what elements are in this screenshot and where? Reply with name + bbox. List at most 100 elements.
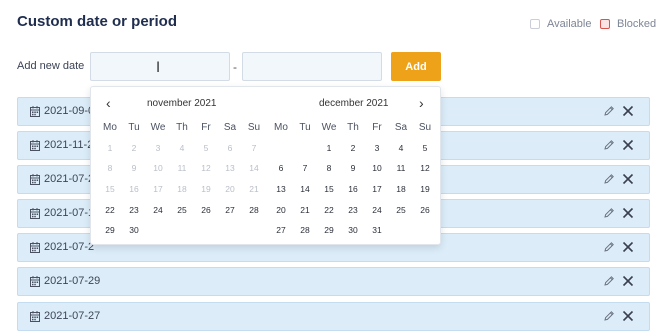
weekday-header: Tu	[128, 121, 140, 133]
calendar-icon	[30, 276, 40, 287]
pencil-icon[interactable]	[603, 310, 615, 322]
calendar-day: 10	[153, 163, 163, 174]
start-date-input[interactable]: I	[90, 52, 230, 81]
calendar-day[interactable]: 22	[317, 199, 341, 220]
calendar-day[interactable]: 20	[269, 199, 293, 220]
calendar-day[interactable]: 30	[341, 220, 365, 241]
calendar-day[interactable]: 2	[341, 138, 365, 159]
calendar-day[interactable]: 11	[389, 158, 413, 179]
calendar-day[interactable]: 29	[317, 220, 341, 241]
month-title-right: december 2021	[319, 98, 389, 109]
end-date-input[interactable]	[242, 52, 382, 81]
date-row-label: 2021-07-2	[44, 173, 95, 185]
calendar-icon	[30, 208, 40, 219]
pencil-icon[interactable]	[603, 173, 615, 185]
calendar-day[interactable]: 30	[122, 220, 146, 241]
weekday-header: Su	[247, 121, 261, 133]
calendar-day[interactable]: 27	[269, 220, 293, 241]
calendar-day[interactable]: 18	[389, 179, 413, 200]
month-title-left: november 2021	[147, 98, 217, 109]
date-row-label: 2021-07-29	[44, 275, 101, 287]
calendar-icon	[30, 106, 40, 117]
calendar-day[interactable]: 28	[242, 199, 266, 220]
weekday-header: Sa	[394, 121, 408, 133]
calendar-icon	[30, 311, 40, 322]
calendar-empty-cell	[269, 138, 293, 159]
close-icon[interactable]	[622, 105, 634, 117]
calendar-day[interactable]: 19	[413, 179, 437, 200]
calendar-day[interactable]: 28	[293, 220, 317, 241]
date-row: 2021-07-27	[17, 302, 650, 331]
calendar-day[interactable]: 22	[98, 199, 122, 220]
calendar-day[interactable]: 10	[365, 158, 389, 179]
weekday-header: Fr	[372, 121, 382, 133]
calendar-day[interactable]: 14	[293, 179, 317, 200]
calendar-day[interactable]: 25	[170, 199, 194, 220]
calendar-day[interactable]: 16	[341, 179, 365, 200]
calendar-day[interactable]: 6	[269, 158, 293, 179]
pencil-icon[interactable]	[603, 275, 615, 287]
date-row-label: 2021-11-2	[44, 139, 94, 151]
date-picker-popup: ‹ november 2021 december 2021 › Mo Tu We Th…	[90, 86, 441, 245]
calendar-day: 14	[249, 163, 259, 174]
calendar-day[interactable]: 29	[98, 220, 122, 241]
calendar-day: 5	[203, 142, 209, 153]
calendar-day: 18	[177, 184, 187, 195]
blocked-swatch-icon	[600, 19, 610, 29]
close-icon[interactable]	[622, 139, 634, 151]
add-button[interactable]: Add	[391, 52, 441, 81]
calendar-day[interactable]: 23	[122, 199, 146, 220]
close-icon[interactable]	[622, 310, 634, 322]
calendar-day[interactable]: 5	[413, 138, 437, 159]
calendar-day[interactable]: 25	[389, 199, 413, 220]
calendar-icon	[30, 242, 40, 253]
date-row-label: 2021-07-2	[44, 241, 95, 253]
date-row-label: 2021-07-1	[44, 207, 95, 219]
weekday-header: Mo	[103, 121, 117, 133]
calendar-day[interactable]: 8	[317, 158, 341, 179]
calendar-day: 4	[179, 142, 185, 153]
calendar-day[interactable]: 15	[317, 179, 341, 200]
calendar-grid-right: Mo Tu We Th Fr Sa Su 1 2 3 4 5 6 7 8 9 10 11 12 13 14 15 16 17 1…	[269, 117, 437, 241]
calendar-day[interactable]: 26	[413, 199, 437, 220]
calendar-day: 9	[131, 163, 137, 174]
calendar-grid-left: Mo Tu We Th Fr Sa Su 1 2 3 4 5 6 7 8 9 10 11 12 13 14 15 16 17 1…	[98, 117, 266, 241]
pencil-icon[interactable]	[603, 241, 615, 253]
chevron-left-icon[interactable]: ‹	[106, 96, 111, 110]
calendar-day[interactable]: 17	[365, 179, 389, 200]
legend-blocked-label: Blocked	[617, 18, 657, 30]
close-icon[interactable]	[622, 207, 634, 219]
calendar-day: 15	[105, 184, 115, 195]
calendar-day[interactable]: 23	[341, 199, 365, 220]
calendar-day[interactable]: 27	[218, 199, 242, 220]
calendar-day[interactable]: 7	[293, 158, 317, 179]
calendar-day[interactable]: 31	[365, 220, 389, 241]
calendar-day: 6	[227, 142, 233, 153]
pencil-icon[interactable]	[603, 139, 615, 151]
close-icon[interactable]	[622, 275, 634, 287]
close-icon[interactable]	[622, 241, 634, 253]
legend-available: Available	[530, 18, 591, 30]
weekday-header: Tu	[299, 121, 311, 133]
weekday-header: We	[150, 121, 166, 133]
calendar-day: 13	[225, 163, 235, 174]
calendar-day[interactable]: 13	[269, 179, 293, 200]
date-row-label: 2021-07-27	[44, 310, 101, 322]
date-row-label: 2021-09-0	[44, 105, 95, 117]
calendar-day[interactable]: 4	[389, 138, 413, 159]
calendar-day[interactable]: 3	[365, 138, 389, 159]
calendar-day[interactable]: 21	[293, 199, 317, 220]
calendar-day[interactable]: 24	[146, 199, 170, 220]
weekday-header: Th	[347, 121, 359, 133]
calendar-day[interactable]: 12	[413, 158, 437, 179]
pencil-icon[interactable]	[603, 105, 615, 117]
calendar-day: 11	[177, 163, 187, 174]
calendar-day[interactable]: 24	[365, 199, 389, 220]
pencil-icon[interactable]	[603, 207, 615, 219]
calendar-day[interactable]: 1	[317, 138, 341, 159]
calendar-day[interactable]: 9	[341, 158, 365, 179]
close-icon[interactable]	[622, 173, 634, 185]
calendar-day[interactable]: 26	[194, 199, 218, 220]
chevron-right-icon[interactable]: ›	[419, 96, 424, 110]
weekday-header: Mo	[274, 121, 288, 133]
